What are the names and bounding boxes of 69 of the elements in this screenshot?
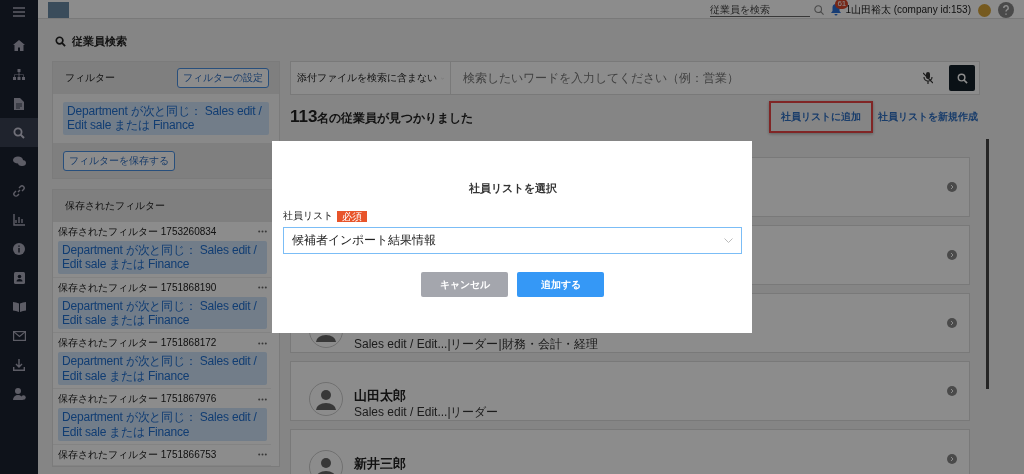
filter-settings-button[interactable]: フィルターの設定 — [177, 68, 269, 88]
saved-filter-item[interactable]: 保存されたフィルター 1751868190 Department が次と同じ： Sales edit / Edit sale または Finance — [53, 277, 271, 334]
book-icon — [12, 301, 26, 312]
employee-card[interactable]: 山田太郎 Sales edit / Edit...|リーダー — [290, 361, 970, 421]
logo-photo-placeholder — [48, 2, 69, 18]
saved-filters-title: 保存されたフィルター — [65, 199, 165, 211]
employee-details: Sales edit / Edit...|リーダー|財務・会計・経理 — [354, 337, 599, 351]
chevron-right-icon[interactable] — [947, 386, 957, 396]
save-filter-button[interactable]: フィルターを保存する — [63, 150, 175, 171]
result-count-label: 名の従業員が見つかりました — [317, 111, 474, 125]
more-icon[interactable] — [258, 230, 267, 234]
filter-condition: Department が次と同じ： Sales edit / Edit sale または Finance — [58, 408, 267, 441]
page-title: 従業員検索 — [72, 34, 127, 49]
chart-icon — [13, 213, 25, 226]
chevron-right-icon[interactable] — [947, 318, 957, 328]
search-icon — [13, 126, 25, 139]
employee-search-field[interactable]: 従業員を検索 — [710, 3, 811, 17]
saved-filter-name: 保存されたフィルター 1753260834 — [58, 224, 217, 239]
menu-icon[interactable] — [13, 7, 25, 17]
saved-filter-item[interactable]: 保存されたフィルター 1751866753 — [53, 444, 271, 466]
employee-list-select[interactable]: 候補者インポート結果情報 — [283, 227, 742, 254]
avatar-placeholder[interactable] — [978, 3, 991, 17]
employee-details: Sales edit / Edit...|リーダー — [354, 405, 500, 419]
hierarchy-icon — [13, 69, 25, 80]
employee-card[interactable]: 新井三郎 — [290, 429, 970, 474]
add-to-list-link[interactable]: 社員リストに追加 — [769, 101, 873, 133]
more-icon[interactable] — [258, 341, 267, 345]
document-icon — [14, 97, 24, 110]
help-icon[interactable] — [998, 2, 1014, 18]
chevron-right-icon[interactable] — [947, 250, 957, 260]
new-list-link[interactable]: 社員リストを新規作成 — [876, 101, 980, 133]
filter-condition: Department が次と同じ： Sales edit / Edit sale または Finance — [63, 102, 269, 135]
home-icon — [13, 40, 25, 51]
user-settings-icon — [12, 387, 26, 400]
saved-filter-item[interactable]: 保存されたフィルター 1751868172 Department が次と同じ： Sales edit / Edit sale または Finance — [53, 333, 271, 390]
chat-icon — [12, 156, 26, 167]
link-icon — [13, 184, 25, 197]
saved-filter-item[interactable]: 保存されたフィルター 1751867976 Department が次と同じ： Sales edit / Edit sale または Finance — [53, 389, 271, 445]
sidebar-item[interactable] — [0, 118, 38, 147]
filter-condition: Department が次と同じ： Sales edit / Edit sale または Finance — [58, 296, 267, 330]
required-badge: 必須 — [337, 210, 367, 222]
search-icon — [55, 36, 66, 47]
result-count: 113 — [290, 107, 318, 126]
notification-badge: 61 — [835, 0, 849, 9]
mail-icon — [12, 330, 26, 341]
more-icon[interactable] — [258, 453, 267, 457]
chevron-right-icon[interactable] — [947, 182, 957, 192]
scrollbar[interactable] — [986, 139, 989, 389]
filter-title: フィルター — [65, 71, 115, 85]
chevron-down-icon — [724, 238, 733, 243]
more-icon[interactable] — [258, 397, 267, 401]
search-icon[interactable] — [814, 5, 825, 15]
saved-filter-item[interactable]: 保存されたフィルター 1753260834 Department が次と同じ： Sales edit / Edit sale または Finance — [53, 221, 271, 278]
field-label: 社員リスト — [283, 209, 333, 223]
contact-card-icon — [13, 271, 25, 284]
filter-condition: Department が次と同じ： Sales edit / Edit sale または Finance — [58, 240, 267, 274]
info-icon — [13, 242, 25, 255]
download-icon — [13, 358, 25, 371]
more-icon[interactable] — [258, 286, 267, 290]
saved-filter-name: 保存されたフィルター 1751868190 — [58, 280, 217, 295]
employee-name: 山田太郎 — [354, 388, 407, 403]
saved-filter-name: 保存されたフィルター 1751868172 — [58, 336, 217, 351]
modal-title: 社員リストを選択 — [467, 181, 558, 196]
employee-name: 新井三郎 — [354, 456, 407, 471]
chevron-right-icon[interactable] — [947, 454, 957, 464]
saved-filter-name: 保存されたフィルター 1751867976 — [58, 392, 217, 407]
filter-condition: Department が次と同じ： Sales edit / Edit sale または Finance — [58, 352, 267, 386]
saved-filter-name: 保存されたフィルター 1751866753 — [58, 447, 217, 462]
add-button[interactable]: 追加する — [517, 272, 604, 297]
